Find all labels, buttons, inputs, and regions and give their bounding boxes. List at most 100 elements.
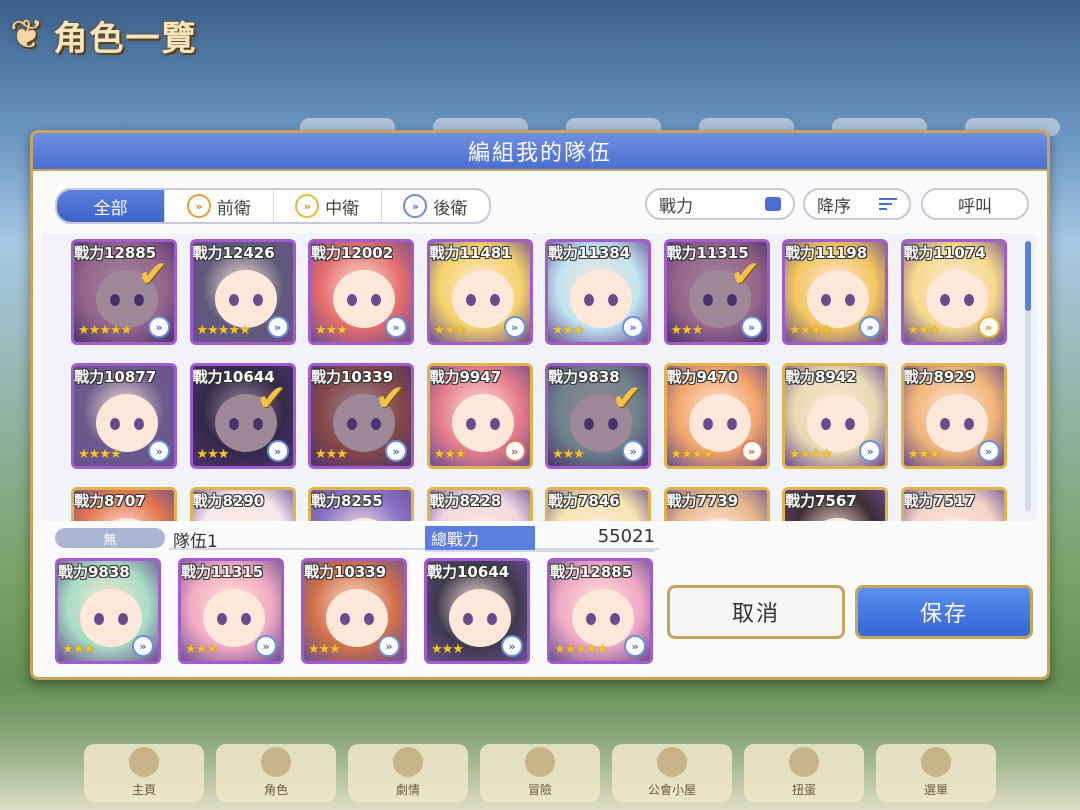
portrait-eye: [118, 613, 128, 625]
sort-order-label: 降序: [817, 196, 851, 217]
portrait-eye: [610, 613, 620, 625]
character-card[interactable]: 戰力12002 ★★★ »: [308, 239, 414, 345]
team-badge[interactable]: 無: [55, 528, 165, 548]
character-card[interactable]: 戰力7517★★★»: [900, 487, 1007, 521]
star-rating: ★★★★★: [554, 642, 608, 657]
character-card[interactable]: 戰力8228★★★»: [426, 487, 533, 521]
sort-order-button[interactable]: 降序: [803, 188, 911, 220]
selected-check-icon: ✔: [374, 378, 405, 419]
background-title: ❦ 角色一覽: [10, 10, 198, 60]
character-card[interactable]: 戰力9838 ★★★ »: [55, 558, 161, 664]
character-card[interactable]: 戰力11315 ★★★ »: [178, 558, 284, 664]
filter-tab-0[interactable]: 全部: [57, 190, 166, 222]
character-portrait: [570, 518, 632, 521]
nav-label: 扭蛋: [791, 783, 816, 797]
star-rating: ★★★★: [789, 323, 833, 338]
character-card[interactable]: 戰力12426 ★★★★★ »: [189, 239, 296, 345]
portrait-eye: [110, 418, 120, 430]
character-card[interactable]: 戰力9947 ★★★ »: [426, 363, 533, 469]
character-card[interactable]: 戰力7739★★★»: [663, 487, 770, 521]
swirl-ornament-icon: ❦: [10, 12, 46, 58]
portrait-eye: [241, 613, 251, 625]
bottom-nav-item[interactable]: 扭蛋: [744, 744, 864, 802]
save-button[interactable]: 保存: [855, 585, 1033, 639]
character-card[interactable]: 戰力11198 ★★★★ »: [782, 239, 888, 345]
character-portrait: [203, 589, 265, 647]
character-card[interactable]: 戰力10339 ★★★ »: [301, 558, 407, 664]
nav-label: 劇情: [395, 783, 420, 797]
character-card[interactable]: 戰力12885 ★★★★★» ✔: [71, 239, 177, 345]
filter-tab-1[interactable]: » 前衛: [165, 190, 274, 222]
character-portrait: [688, 394, 751, 452]
character-card[interactable]: 戰力8255★★★»: [308, 487, 414, 521]
character-card[interactable]: 戰力10644 ★★★» ✔: [189, 363, 296, 469]
star-rating: ★★★: [62, 642, 95, 657]
total-power-label: 總戰力: [425, 526, 535, 550]
back-position-icon: »: [378, 635, 400, 657]
portrait-eye: [845, 294, 855, 306]
filter-tab-label: 後衛: [433, 198, 468, 219]
roster-scrollbar[interactable]: [1025, 241, 1031, 511]
character-portrait: [570, 270, 632, 328]
nav-label: 主頁: [131, 783, 156, 797]
bottom-nav-item[interactable]: 冒險: [480, 744, 600, 802]
character-card[interactable]: 戰力10644 ★★★ »: [424, 558, 530, 664]
portrait-eye: [364, 613, 374, 625]
nav-icon: [921, 747, 951, 777]
portrait-eye: [584, 418, 594, 430]
character-card[interactable]: 戰力9838 ★★★ » ✔: [545, 363, 651, 469]
character-power: 戰力7517: [903, 492, 976, 510]
bottom-nav-item[interactable]: 劇情: [348, 744, 468, 802]
character-card[interactable]: 戰力8942 ★★★★ »: [782, 363, 888, 469]
character-portrait: [925, 394, 988, 452]
portrait-eye: [465, 418, 476, 430]
star-rating: ★★★: [552, 447, 585, 462]
character-power: 戰力9838: [548, 368, 620, 386]
portrait-eye: [217, 613, 227, 625]
back-position-icon: »: [385, 440, 407, 462]
portrait-eye: [463, 613, 473, 625]
character-card[interactable]: 戰力11315 ★★★» ✔: [663, 239, 770, 345]
character-card[interactable]: 戰力10339 ★★★» ✔: [308, 363, 414, 469]
portrait-eye: [371, 418, 381, 430]
portrait-eye: [347, 418, 357, 430]
character-power: 戰力8707: [74, 492, 146, 510]
character-card[interactable]: 戰力8707★★★»: [71, 487, 177, 521]
portrait-eye: [347, 294, 357, 306]
back-position-icon: »: [385, 316, 407, 338]
star-rating: ★★★: [308, 642, 341, 657]
total-power-value: 55021: [597, 526, 655, 547]
character-portrait: [451, 394, 514, 452]
sort-stat-select[interactable]: 戰力: [645, 188, 795, 220]
back-position-icon: »: [622, 316, 644, 338]
back-position-icon: »: [859, 316, 881, 338]
bottom-nav-item[interactable]: 主頁: [84, 744, 204, 802]
portrait-eye: [726, 294, 737, 306]
back-position-icon: »: [148, 316, 170, 338]
bottom-nav-item[interactable]: 公會小屋: [612, 744, 732, 802]
character-portrait: [96, 394, 158, 452]
character-card[interactable]: 戰力11384 ★★★ »: [545, 239, 651, 345]
character-portrait: [688, 518, 751, 521]
character-card[interactable]: 戰力8929 ★★★ »: [900, 363, 1007, 469]
character-portrait: [326, 589, 388, 647]
character-card[interactable]: 戰力12885 ★★★★★ »: [547, 558, 653, 664]
cancel-button[interactable]: 取消: [667, 585, 845, 639]
call-button[interactable]: 呼叫: [921, 188, 1029, 220]
character-card[interactable]: 戰力10877 ★★★★ »: [71, 363, 177, 469]
character-power: 戰力11074: [903, 244, 986, 262]
back-position-icon: »: [622, 440, 644, 462]
character-card[interactable]: 戰力11481 ★★★ »: [426, 239, 533, 345]
filter-tab-2[interactable]: » 中衛: [274, 190, 382, 222]
character-card[interactable]: 戰力11074 ★★★ »: [900, 239, 1007, 345]
character-card[interactable]: 戰力7846★★★»: [545, 487, 651, 521]
character-card[interactable]: 戰力8290★★★»: [189, 487, 296, 521]
bottom-nav-item[interactable]: 選單: [876, 744, 996, 802]
character-portrait: [333, 270, 395, 328]
filter-tab-3[interactable]: » 後衛: [382, 190, 489, 222]
star-rating: ★★★: [433, 323, 467, 338]
character-card[interactable]: 戰力7567★★★»: [782, 487, 888, 521]
character-card[interactable]: 戰力9470 ★★★★ »: [663, 363, 770, 469]
bottom-nav-item[interactable]: 角色: [216, 744, 336, 802]
star-rating: ★★★: [315, 447, 348, 462]
